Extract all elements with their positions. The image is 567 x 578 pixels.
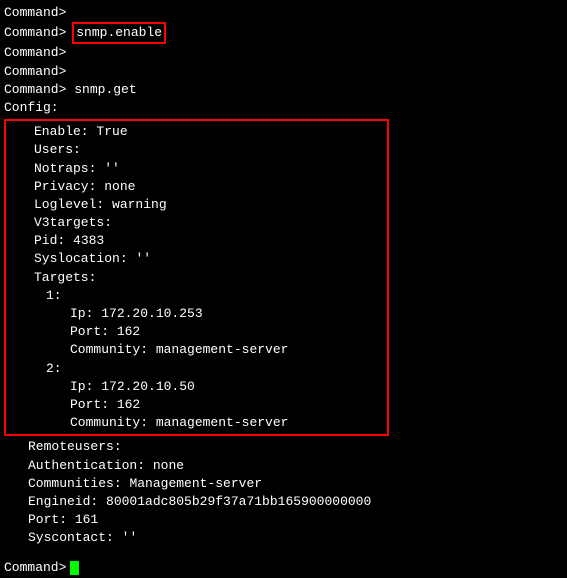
- cfg-target1-port-k: Port:: [70, 324, 109, 339]
- cfg-syslocation-v: '': [135, 251, 151, 266]
- cfg-enable-k: Enable:: [34, 124, 89, 139]
- cfg-syscontact-k: Syscontact:: [28, 530, 114, 545]
- cfg-engineid-k: Engineid:: [28, 494, 98, 509]
- cfg-engineid-v: 80001adc805b29f37a71bb165900000000: [106, 494, 371, 509]
- cfg-target1-ip-v: 172.20.10.253: [101, 306, 202, 321]
- prompt-line: Command>: [4, 4, 563, 22]
- cfg-v3targets-k: V3targets:: [34, 215, 112, 230]
- cfg-port-v: 161: [75, 512, 98, 527]
- cfg-target1-ip-k: Ip:: [70, 306, 93, 321]
- cfg-target2-comm-k: Community:: [70, 415, 148, 430]
- cursor-icon: [70, 561, 79, 575]
- cfg-target2-port-v: 162: [117, 397, 140, 412]
- cfg-target1-port-v: 162: [117, 324, 140, 339]
- prompt-line: Command>: [4, 63, 563, 81]
- prompt-text: Command>: [4, 82, 66, 97]
- cfg-target1-comm-k: Community:: [70, 342, 148, 357]
- cfg-port-k: Port:: [28, 512, 67, 527]
- cfg-pid-v: 4383: [73, 233, 104, 248]
- cfg-enable-v: True: [96, 124, 127, 139]
- cfg-users-k: Users:: [34, 142, 81, 157]
- prompt-line: Command>: [4, 44, 563, 62]
- cfg-target2-ip-v: 172.20.10.50: [101, 379, 195, 394]
- cfg-privacy-v: none: [104, 179, 135, 194]
- cfg-target2-k: 2:: [46, 361, 62, 376]
- cfg-pid-k: Pid:: [34, 233, 65, 248]
- cfg-loglevel-v: warning: [112, 197, 167, 212]
- cfg-target1-comm-v: management-server: [156, 342, 289, 357]
- config-label: Config:: [4, 99, 563, 117]
- prompt-text: Command>: [4, 560, 66, 575]
- cfg-target2-ip-k: Ip:: [70, 379, 93, 394]
- cfg-loglevel-k: Loglevel:: [34, 197, 104, 212]
- highlight-config-block: Enable: True Users: Notraps: '' Privacy:…: [4, 119, 389, 436]
- terminal[interactable]: Command> Command> snmp.enable Command> C…: [4, 4, 563, 578]
- cfg-communities-k: Communities:: [28, 476, 122, 491]
- cfg-auth-v: none: [153, 458, 184, 473]
- cfg-auth-k: Authentication:: [28, 458, 145, 473]
- cfg-target2-comm-v: management-server: [156, 415, 289, 430]
- prompt-line-cmd1: Command> snmp.enable: [4, 22, 563, 44]
- cfg-target1-k: 1:: [46, 288, 62, 303]
- highlight-cmd-enable: snmp.enable: [72, 22, 166, 44]
- cfg-target2-port-k: Port:: [70, 397, 109, 412]
- cfg-privacy-k: Privacy:: [34, 179, 96, 194]
- cfg-syscontact-v: '': [122, 530, 138, 545]
- prompt-line-active[interactable]: Command>: [4, 559, 563, 577]
- cfg-notraps-v: '': [104, 161, 120, 176]
- cfg-notraps-k: Notraps:: [34, 161, 96, 176]
- prompt-line-cmd2: Command> snmp.get: [4, 81, 563, 99]
- cfg-syslocation-k: Syslocation:: [34, 251, 128, 266]
- cmd-get: snmp.get: [74, 82, 136, 97]
- cfg-remoteusers-k: Remoteusers:: [28, 439, 122, 454]
- cfg-communities-v: Management-server: [129, 476, 262, 491]
- prompt-text: Command>: [4, 25, 66, 40]
- cfg-targets-k: Targets:: [34, 270, 96, 285]
